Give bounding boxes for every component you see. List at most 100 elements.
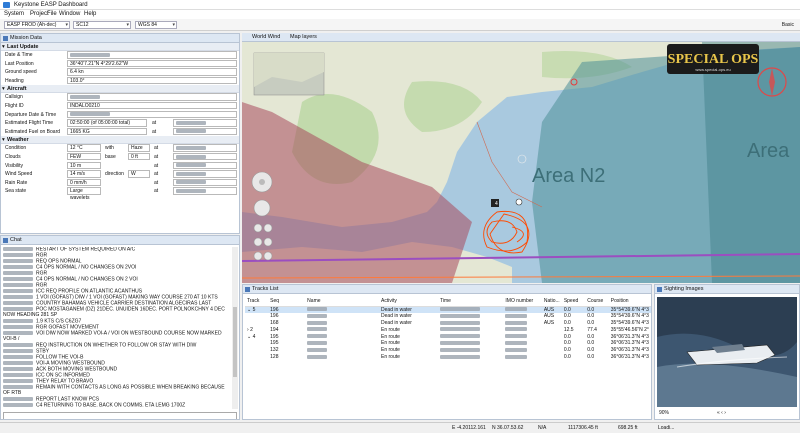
status-lat: N 36.07.53.62 — [492, 425, 524, 431]
chat-message-text: C4 OPS NORMAL / NO CHANGES ON 2 VOI — [36, 276, 138, 283]
section-aircraft[interactable]: Aircraft — [1, 85, 239, 94]
field-label: Estimated Flight Time — [5, 120, 54, 127]
field-label: Clouds — [5, 153, 21, 160]
column-header[interactable]: Activity — [379, 297, 439, 307]
sighting-image[interactable] — [657, 297, 797, 407]
field-value: 36°40'7.21"N 4°29'2.62"W — [67, 59, 237, 68]
track-cell: ⌄ 4 — [245, 333, 268, 340]
table-row[interactable]: ⌄ 4 195 En route 0.0 0.0 36°06'31.3"N 4°3 — [245, 333, 651, 340]
field-flight-time: Estimated Flight Time 02:50:00 (of 05:00:… — [1, 119, 239, 128]
expander-icon[interactable]: ⌄ — [247, 334, 251, 340]
field-time-value — [173, 161, 237, 170]
column-header[interactable]: Time — [438, 297, 504, 307]
field-weather-row: Wind Speed 14 m/s direction Wat — [1, 170, 239, 179]
nationality-cell: AUS — [543, 319, 555, 326]
table-row[interactable]: 128 En route 0.0 0.0 36°06'31.3"N 4°3 — [245, 354, 651, 361]
chat-icon — [3, 238, 8, 243]
status-bar: E -4.20112.161 N 36.07.53.62 N/A 1117306… — [0, 422, 800, 433]
chat-message: POC MOSTAGANEM (DZ) 21DEC. UNUIDEN 16DEC… — [3, 307, 231, 319]
basic-mode-button[interactable]: Basic — [782, 22, 794, 28]
column-header[interactable]: Track — [245, 297, 269, 307]
at-label: at — [154, 153, 159, 160]
column-header[interactable]: IMO number — [503, 297, 542, 307]
tab-map-layers[interactable]: Map layers — [290, 34, 317, 40]
redacted-value — [176, 188, 206, 193]
table-row[interactable]: 195 En route 0.0 0.0 36°06'31.3"N 4°3 — [245, 340, 651, 347]
menu-project[interactable]: Project — [30, 11, 49, 17]
tracks-panel: Tracks List Track Seq Name Activity Time IMO … — [242, 284, 652, 420]
zoom-out-icon[interactable] — [263, 223, 273, 233]
rotate-right-icon[interactable] — [263, 237, 273, 247]
field-time-value — [173, 178, 237, 187]
table-row[interactable]: 132 En route 0.0 0.0 36°06'31.3"N 4°3 — [245, 347, 651, 354]
time-cell — [438, 313, 503, 320]
scrollbar-thumb[interactable] — [233, 307, 237, 377]
redacted-sender — [3, 342, 33, 347]
menu-window[interactable]: Window — [59, 11, 80, 17]
menu-help[interactable]: Help — [84, 11, 96, 17]
chat-scrollbar[interactable] — [232, 247, 238, 409]
chevron-down-icon: ▾ — [172, 22, 175, 28]
position-cell: 35°54'39.6"N 4°3 — [610, 313, 649, 320]
track-cell — [245, 347, 268, 354]
column-header[interactable]: Seq — [268, 297, 306, 307]
mission-data-tab[interactable]: Mission Data — [1, 34, 239, 43]
chat-input[interactable] — [3, 412, 237, 419]
redacted-value — [307, 327, 328, 332]
column-header[interactable]: Position — [608, 297, 651, 307]
activity-cell: En route — [381, 347, 400, 354]
redacted-value — [307, 307, 328, 312]
redacted-value — [505, 334, 528, 339]
field-time-value — [173, 170, 237, 178]
name-cell — [305, 306, 380, 313]
app-icon — [3, 2, 10, 8]
column-header[interactable]: Natio... — [541, 297, 562, 307]
chat-tab[interactable]: Chat — [1, 236, 239, 245]
rotate-left-icon[interactable] — [253, 237, 263, 247]
expander-icon[interactable]: › — [247, 327, 249, 333]
seq-cell: 132 — [270, 347, 279, 354]
window-title: Keystone EASP Dashboard — [14, 2, 88, 8]
field-flight-id: Flight ID INDALO0210 — [1, 101, 239, 111]
track-cluster[interactable] — [483, 210, 530, 254]
table-row[interactable]: 168 Dead in water AUS 0.0 0.0 35°54'39.6"N 4°… — [245, 320, 651, 327]
section-weather[interactable]: Weather — [1, 136, 239, 145]
table-row[interactable]: 196 Dead in water AUS 0.0 0.0 35°54'39.6"N 4°… — [245, 313, 651, 320]
redacted-sender — [3, 253, 33, 258]
target-marker[interactable] — [515, 198, 523, 206]
scale-select[interactable]: SC12 ▾ — [73, 21, 131, 29]
field-value: INDALO0210 — [67, 101, 237, 110]
sighting-tab[interactable]: Sighting Images — [655, 285, 799, 294]
project-select[interactable]: EASP FROD (Ah-dec) ▾ — [4, 21, 70, 29]
table-row[interactable]: ⌄ 5 196 Dead in water AUS 0.0 0.0 35°54'39.6"N… — [245, 306, 651, 313]
zoom-in-icon[interactable] — [253, 223, 263, 233]
image-nav[interactable]: « ‹ › — [717, 410, 726, 416]
menu-system[interactable]: System — [4, 11, 24, 17]
exaggerate-icon[interactable] — [253, 251, 263, 261]
menu-file[interactable]: File — [47, 11, 57, 17]
table-row[interactable]: › 2 194 En route 12.5 77.4 35°55'46.56"N 2° — [245, 326, 651, 333]
reset-view-icon[interactable] — [263, 251, 273, 261]
field-label: Heading — [5, 77, 24, 84]
tab-world-wind[interactable]: World Wind — [252, 34, 280, 40]
field-time-value — [173, 144, 237, 152]
datum-select[interactable]: WGS 84 ▾ — [135, 21, 177, 29]
expander-icon[interactable]: ⌄ — [247, 307, 251, 313]
field-ground-speed: Ground speed 6.4 kn — [1, 68, 239, 77]
column-header[interactable]: Name — [305, 297, 380, 307]
map-canvas[interactable]: SPECIAL OPS www.special-ops.eu Area N2 A… — [242, 42, 800, 283]
field-value — [67, 110, 237, 119]
section-last-update[interactable]: Last Update — [1, 43, 239, 51]
project-select-value: EASP FROD (Ah-dec) — [7, 22, 57, 28]
tracks-tab[interactable]: Tracks List — [243, 285, 651, 294]
column-header[interactable]: Speed — [561, 297, 586, 307]
tilt-control-icon[interactable] — [253, 199, 271, 217]
nationality-cell — [542, 340, 562, 347]
sighting-tab-label: Sighting Images — [664, 286, 704, 292]
map-view[interactable]: SPECIAL OPS www.special-ops.eu Area N2 A… — [242, 42, 800, 283]
pan-center — [259, 179, 265, 185]
column-header[interactable]: Course — [585, 297, 609, 307]
zoom-level[interactable]: 90% — [659, 410, 669, 416]
redacted-sender — [3, 265, 33, 270]
speed-cell: 0.0 — [561, 306, 586, 313]
